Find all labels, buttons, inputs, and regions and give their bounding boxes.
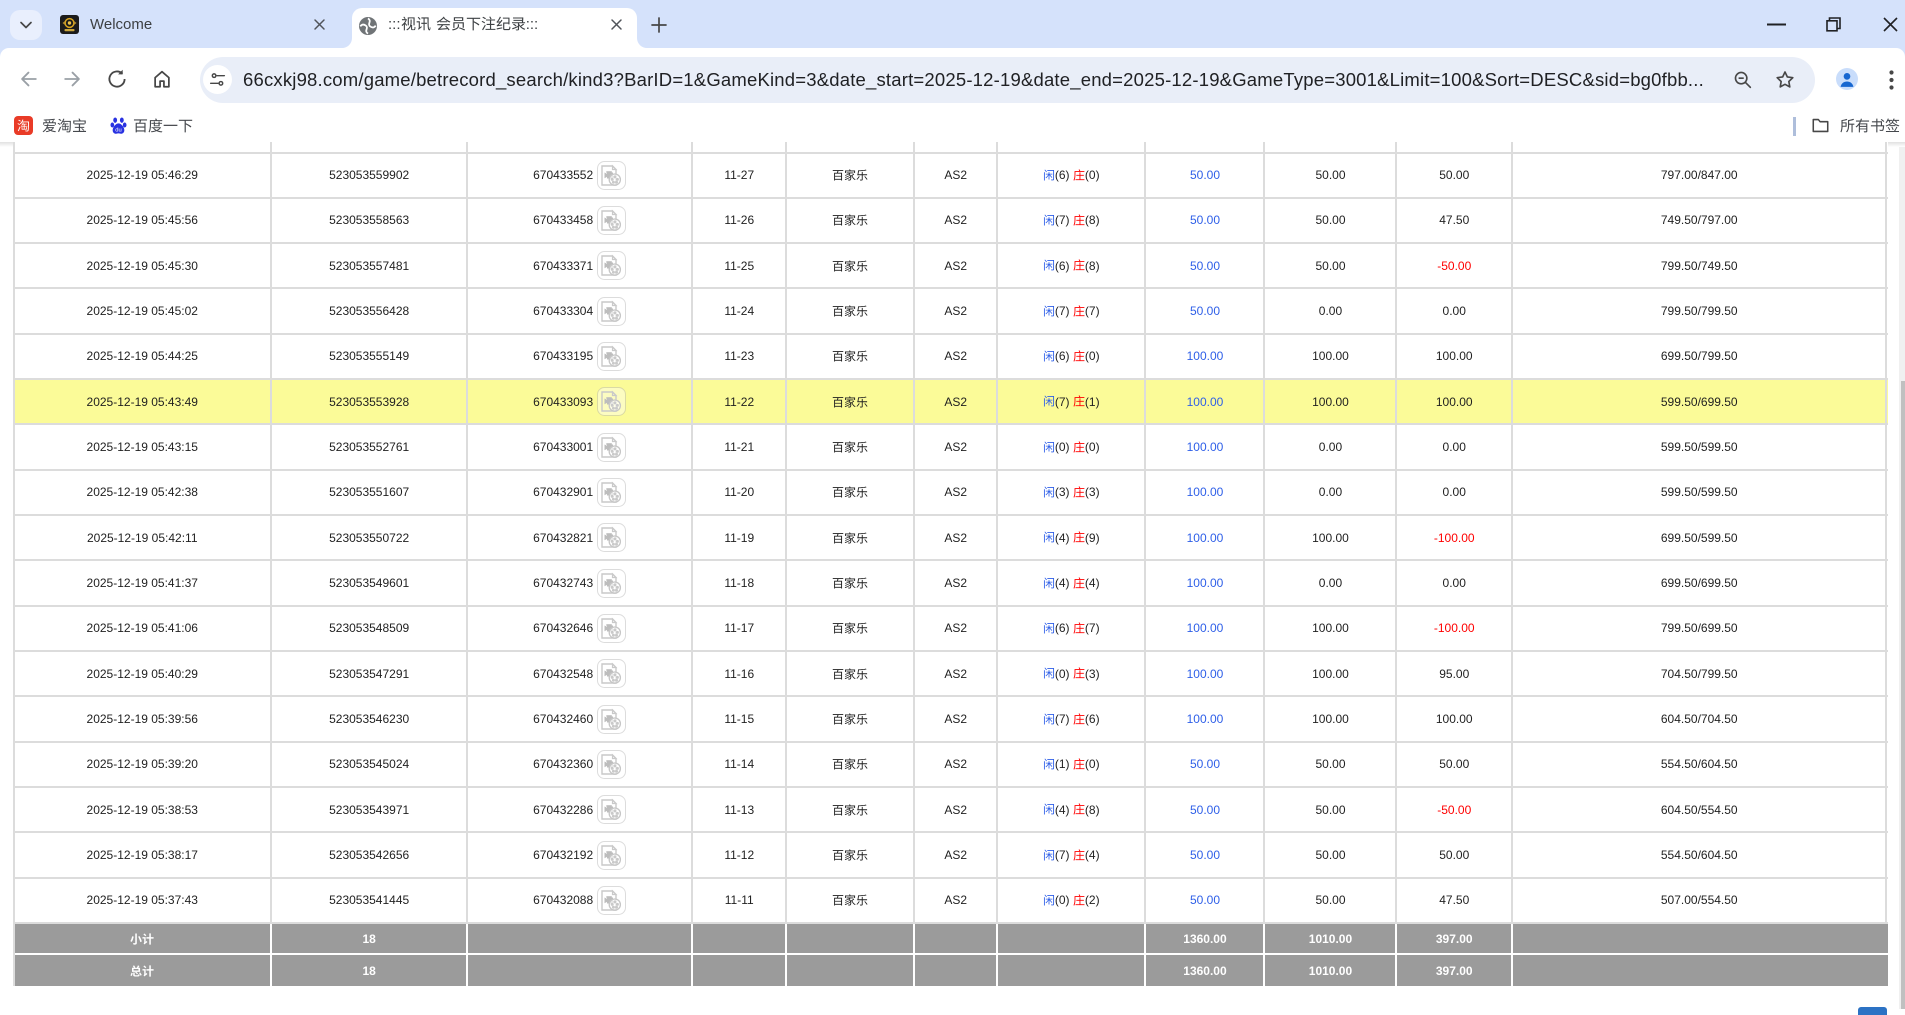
- svg-text:du: du: [115, 128, 121, 134]
